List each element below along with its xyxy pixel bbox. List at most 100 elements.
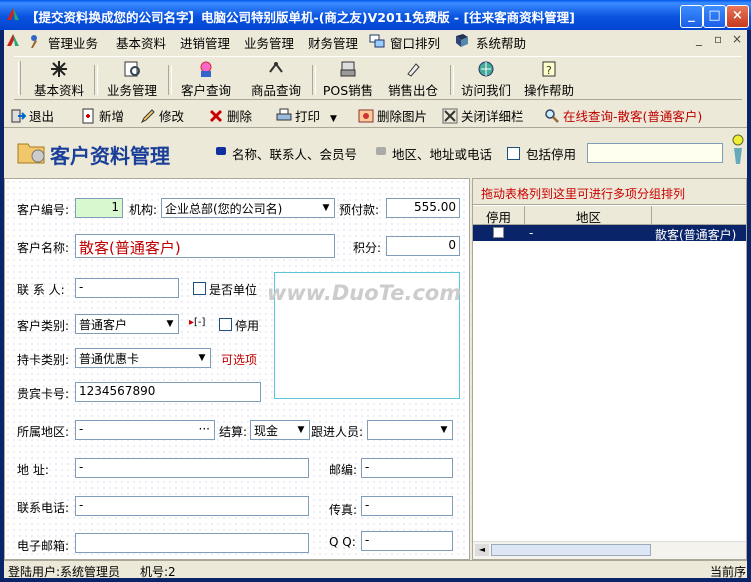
row-disabled-checkbox[interactable] xyxy=(493,227,504,238)
delete-image-button[interactable]: 删除图片 xyxy=(358,106,427,126)
menu-finance[interactable]: 财务管理 xyxy=(308,33,358,52)
points-field[interactable]: 0 xyxy=(386,236,460,256)
customer-query-icon xyxy=(200,61,212,77)
card-type-label: 持卡类别: xyxy=(17,353,70,367)
follow-label: 跟进人员: xyxy=(311,425,364,439)
toolbar-basic-data[interactable]: 基本资料 xyxy=(28,60,90,98)
minimize-button[interactable]: _ xyxy=(680,5,703,28)
search-option-name-label: 名称、联系人、会员号 xyxy=(232,147,358,162)
print-button[interactable]: 打印 ▼ xyxy=(276,106,337,126)
chevron-down-icon: ▼ xyxy=(322,203,330,213)
close-detail-button[interactable]: 关闭详细栏 xyxy=(442,106,524,126)
horizontal-scrollbar[interactable]: ◄ xyxy=(473,541,746,559)
toolbar-customer-query[interactable]: 客户查询 xyxy=(174,60,238,98)
close-detail-icon xyxy=(442,108,458,124)
customer-no-field[interactable]: 1 xyxy=(75,198,123,218)
phone-label: 联系电话: xyxy=(17,501,70,515)
menu-management[interactable]: 管理业务 xyxy=(48,33,98,52)
customer-name-field[interactable]: 散客(普通客户) xyxy=(75,234,335,258)
chevron-down-icon: ▼ xyxy=(166,319,174,329)
status-machine: 机号:2 xyxy=(140,565,176,579)
search-person-icon[interactable] xyxy=(730,132,746,166)
column-region[interactable]: 地区 xyxy=(526,206,652,225)
phone-field[interactable]: - xyxy=(75,496,309,516)
mdi-close-button[interactable]: × xyxy=(732,32,742,46)
delete-button[interactable]: 删除 xyxy=(208,106,252,126)
menu-system-help[interactable]: 系统帮助 xyxy=(476,33,526,52)
mdi-minimize-button[interactable]: _ xyxy=(696,32,702,46)
search-input[interactable] xyxy=(587,143,723,163)
add-button[interactable]: 新增 xyxy=(80,106,124,126)
email-field[interactable] xyxy=(75,533,309,553)
maximize-button[interactable]: □ xyxy=(703,5,726,28)
vip-card-field[interactable]: 1234567890 xyxy=(75,382,261,402)
org-select[interactable]: 企业总部(您的公司名) ▼ xyxy=(161,198,335,218)
qq-field[interactable]: - xyxy=(361,531,453,551)
edit-button[interactable]: 修改 xyxy=(140,106,184,126)
follow-select[interactable]: ▼ xyxy=(367,420,453,440)
category-expand-button[interactable]: ▸[-] xyxy=(189,317,205,328)
window-arrange-icon xyxy=(369,34,385,48)
contact-field[interactable]: - xyxy=(75,278,179,298)
grid-header: 停用 地区 xyxy=(473,206,746,225)
toolbar-sales-outbound[interactable]: 销售出仓 xyxy=(382,60,444,98)
zip-field[interactable]: - xyxy=(361,458,453,478)
toolbar-separator xyxy=(168,65,172,95)
fax-field[interactable]: - xyxy=(361,496,453,516)
add-icon xyxy=(82,108,94,124)
search-option-name-radio[interactable] xyxy=(216,147,226,155)
toolbar-separator xyxy=(312,65,316,95)
menu-basic-data[interactable]: 基本资料 xyxy=(116,33,166,52)
online-query-button[interactable]: 在线查询-散客(普通客户) xyxy=(544,106,702,126)
group-by-hint[interactable]: 拖动表格列到这里可进行多项分组排列 xyxy=(473,179,746,205)
toolbar-separator xyxy=(450,65,454,95)
toolbar-visit-us[interactable]: 访问我们 xyxy=(456,60,516,98)
disabled-checkbox[interactable] xyxy=(219,318,232,331)
category-label: 客户类别: xyxy=(17,319,70,333)
region-field[interactable]: - ··· xyxy=(75,420,215,440)
page-title: 客户资料管理 xyxy=(50,144,170,168)
address-field[interactable]: - xyxy=(75,458,309,478)
menu-window-arrange[interactable]: 窗口排列 xyxy=(390,33,440,52)
toolbar-business[interactable]: 业务管理 xyxy=(100,60,164,98)
card-type-select[interactable]: 普通优惠卡 ▼ xyxy=(75,348,211,368)
print-dropdown-arrow[interactable]: ▼ xyxy=(330,114,337,124)
region-browse-button[interactable]: ··· xyxy=(199,422,210,436)
magnifier-icon xyxy=(545,109,559,123)
scroll-left-icon[interactable]: ◄ xyxy=(475,544,489,556)
category-select[interactable]: 普通客户 ▼ xyxy=(75,314,179,334)
column-disabled[interactable]: 停用 xyxy=(473,206,525,225)
scroll-thumb[interactable] xyxy=(491,544,651,556)
edit-icon xyxy=(140,109,155,124)
customer-no-label: 客户编号: xyxy=(17,203,70,217)
chevron-down-icon: ▼ xyxy=(297,425,305,435)
toolbar-pos-sales[interactable]: POS销售 xyxy=(318,60,378,98)
action-toolbar: 退出 新增 修改 删除 打印 ▼ 删除图片 关闭详细栏 在线查询-散客(普通客户) xyxy=(4,102,747,128)
include-disabled-checkbox[interactable] xyxy=(507,147,520,160)
region-label: 所属地区: xyxy=(17,425,70,439)
prepaid-field[interactable]: 555.00 xyxy=(386,198,460,218)
app-icon xyxy=(7,8,19,20)
is-company-checkbox[interactable] xyxy=(193,282,206,295)
app-menu-icon[interactable] xyxy=(6,33,20,47)
menu-business[interactable]: 业务管理 xyxy=(244,33,294,52)
close-button[interactable]: × xyxy=(726,5,749,28)
points-label: 积分: xyxy=(353,241,382,255)
page-header: 客户资料管理 名称、联系人、会员号 地区、地址或电话 包括停用 xyxy=(4,130,747,174)
toolbar-product-query[interactable]: 商品查询 xyxy=(244,60,308,98)
qq-label: Q Q: xyxy=(329,535,356,549)
exit-button[interactable]: 退出 xyxy=(10,106,54,126)
mdi-restore-button[interactable]: ▫ xyxy=(714,32,722,46)
visit-us-icon xyxy=(478,61,494,77)
menu-purchase-sales[interactable]: 进销管理 xyxy=(180,33,230,52)
product-query-icon xyxy=(269,62,283,73)
menu-bar: 管理业务 基本资料 进销管理 业务管理 财务管理 窗口排列 系统帮助 _ ▫ × xyxy=(4,30,747,52)
search-option-region-radio[interactable] xyxy=(376,147,386,155)
fax-label: 传真: xyxy=(329,503,358,517)
search-option-region-label: 地区、地址或电话 xyxy=(392,147,493,162)
toolbar-help[interactable]: ? 操作帮助 xyxy=(518,60,580,98)
disabled-label: 停用 xyxy=(235,319,260,333)
table-row[interactable]: - 散客(普通客户) xyxy=(473,225,746,242)
settle-select[interactable]: 现金 ▼ xyxy=(250,420,310,440)
row-customer-name: 散客(普通客户) xyxy=(655,228,737,242)
